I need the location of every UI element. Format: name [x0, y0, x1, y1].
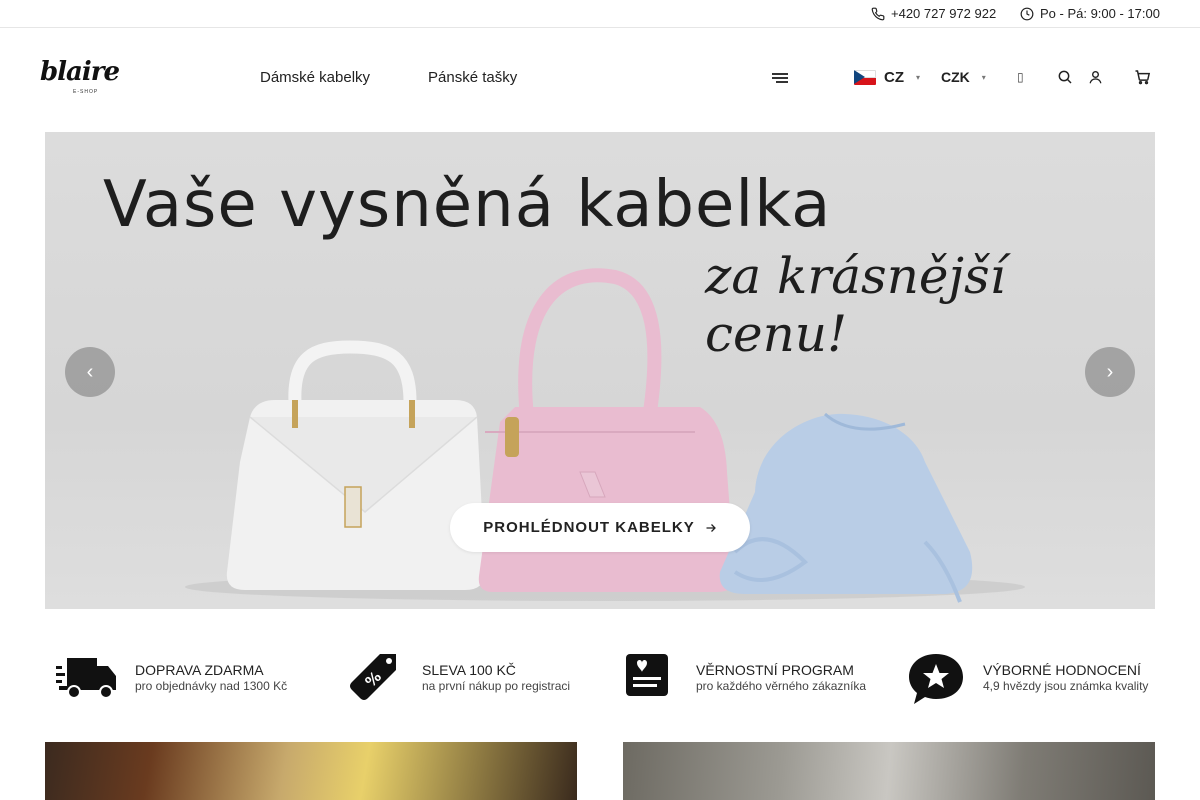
- logo-subtext: E-SHOP: [73, 89, 99, 95]
- feature-description: pro objednávky nad 1300 Kč: [135, 679, 288, 693]
- phone-number[interactable]: +420 727 972 922: [891, 6, 996, 21]
- cart-icon: [1135, 70, 1151, 85]
- chevron-down-icon: ▾: [916, 73, 921, 82]
- cart-button[interactable]: [1134, 69, 1151, 90]
- cta-label: PROHLÉDNOUT KABELKY: [483, 519, 695, 536]
- site-header: blaire E-SHOP Dámské kabelky Pánské tašk…: [0, 29, 1200, 129]
- menu-icon[interactable]: [772, 73, 788, 85]
- chevron-down-icon: ▾: [981, 72, 986, 82]
- opening-hours: Po - Pá: 9:00 - 17:00: [1020, 6, 1160, 21]
- feature-title: SLEVA 100 KČ: [422, 662, 516, 678]
- discount-tag-icon: %: [350, 654, 396, 700]
- opening-hours-text: Po - Pá: 9:00 - 17:00: [1040, 6, 1160, 21]
- chevron-left-icon: ‹: [86, 360, 94, 383]
- currency-selector[interactable]: CZK ▾: [941, 69, 986, 85]
- top-bar: +420 727 972 922 Po - Pá: 9:00 - 17:00: [0, 0, 1200, 28]
- star-bubble-icon: [909, 654, 963, 704]
- contact-phone[interactable]: +420 727 972 922: [871, 6, 996, 21]
- placeholder-icon: ▯: [1017, 70, 1024, 84]
- category-tile-womens[interactable]: [45, 742, 577, 800]
- loyalty-card-icon: [626, 654, 668, 696]
- feature-description: pro každého věrného zákazníka: [696, 679, 867, 693]
- phone-icon: [871, 7, 885, 20]
- carousel-next-button[interactable]: ›: [1085, 347, 1135, 397]
- truck-icon: [56, 658, 116, 698]
- chevron-right-icon: ›: [1106, 360, 1114, 383]
- user-icon: [1089, 71, 1102, 84]
- feature-description: na první nákup po registraci: [422, 679, 571, 693]
- category-tile-mens[interactable]: [623, 742, 1155, 800]
- nav-womens-handbags[interactable]: Dámské kabelky: [260, 69, 370, 86]
- czech-flag-icon: [854, 70, 876, 85]
- account-button[interactable]: [1088, 69, 1103, 90]
- search-icon: [1058, 70, 1072, 84]
- browse-handbags-button[interactable]: PROHLÉDNOUT KABELKY: [450, 503, 750, 552]
- clock-icon: [1020, 7, 1034, 20]
- language-label: CZ: [884, 69, 904, 86]
- nav-mens-bags[interactable]: Pánské tašky: [428, 69, 517, 86]
- hero-title: Vaše vysněná kabelka: [103, 168, 832, 242]
- arrow-right-icon: [706, 523, 716, 532]
- hero-subtitle: za krásnější cenu!: [705, 247, 1006, 363]
- feature-title: DOPRAVA ZDARMA: [135, 662, 264, 678]
- feature-title: VÝBORNÉ HODNOCENÍ: [983, 662, 1141, 678]
- carousel-prev-button[interactable]: ‹: [65, 347, 115, 397]
- feature-title: VĚRNOSTNÍ PROGRAM: [696, 662, 854, 678]
- search-button[interactable]: [1057, 69, 1073, 90]
- brand-logo[interactable]: blaire E-SHOP: [40, 59, 140, 99]
- currency-label: CZK: [941, 69, 970, 85]
- feature-description: 4,9 hvězdy jsou známka kvality: [983, 679, 1149, 693]
- logo-text: blaire: [40, 57, 120, 87]
- language-selector[interactable]: CZ ▾: [854, 69, 920, 86]
- hero-banner: Vaše vysněná kabelka za krásnější cenu! …: [45, 132, 1155, 609]
